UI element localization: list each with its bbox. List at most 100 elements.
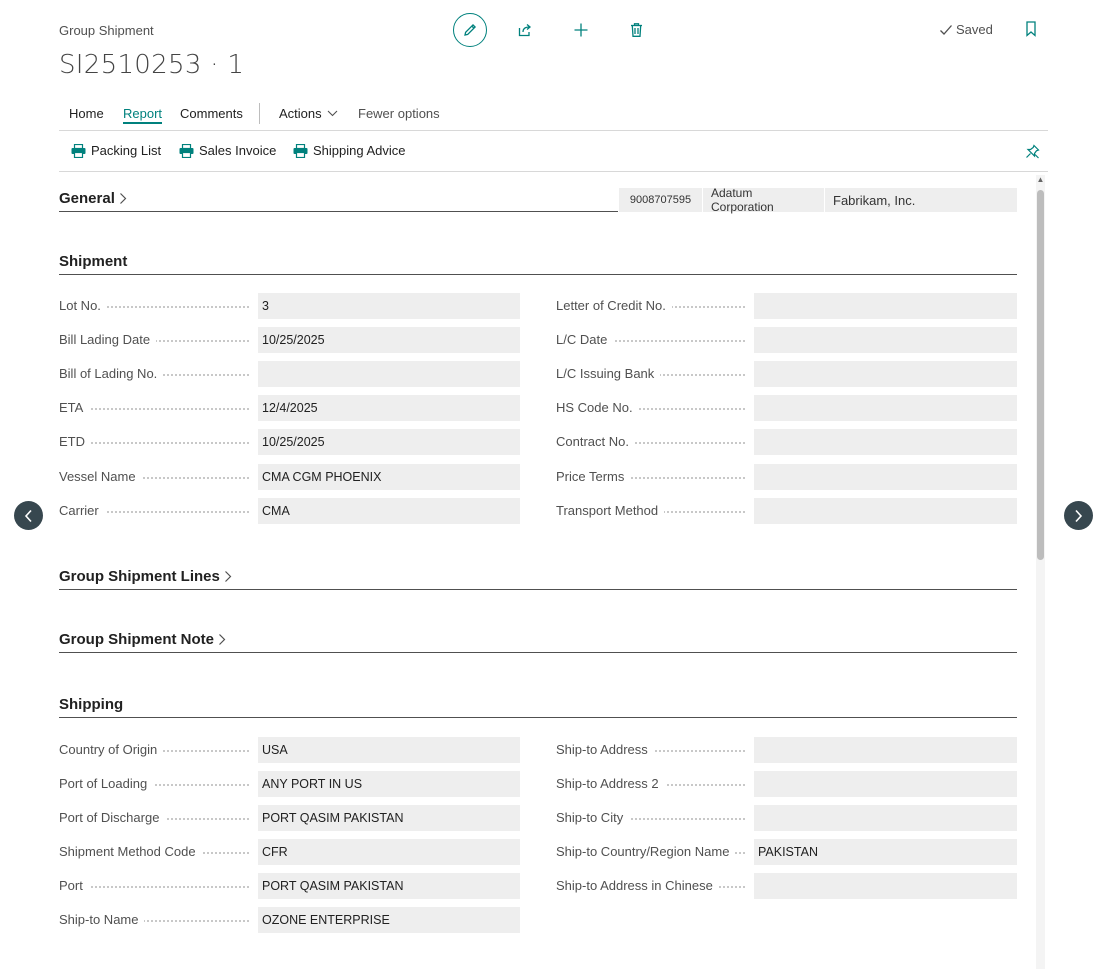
- chevron-right-icon: [119, 193, 127, 204]
- price-terms-label: Price Terms: [556, 468, 631, 484]
- field-port-of-discharge: Port of Discharge PORT QASIM PAKISTAN: [59, 805, 520, 831]
- pin-icon: [1026, 144, 1040, 159]
- previous-record-button[interactable]: [14, 501, 43, 530]
- saved-status: Saved: [939, 22, 993, 37]
- chevron-right-icon: [219, 634, 226, 645]
- country-of-origin-input[interactable]: USA: [258, 737, 520, 763]
- vessel-name-input[interactable]: CMA CGM PHOENIX: [258, 463, 520, 490]
- fewer-options-link[interactable]: Fewer options: [358, 106, 440, 121]
- delete-button[interactable]: [619, 13, 653, 47]
- field-transport-method: Transport Method: [556, 497, 1017, 524]
- ship-to-country-region-name-input[interactable]: PAKISTAN: [754, 839, 1017, 865]
- ship-to-address-input[interactable]: [754, 737, 1017, 763]
- port-input[interactable]: PORT QASIM PAKISTAN: [258, 873, 520, 899]
- field-lot-no: Lot No. 3: [59, 293, 520, 319]
- field-ship-to-city: Ship-to City: [556, 805, 1017, 831]
- l-c-issuing-bank-input[interactable]: [754, 361, 1017, 388]
- section-general-title: General: [59, 190, 115, 207]
- lot-no-label: Lot No.: [59, 298, 107, 313]
- checkmark-icon: [940, 24, 952, 35]
- tab-comments[interactable]: Comments: [180, 106, 243, 121]
- pin-button[interactable]: [1025, 144, 1040, 164]
- printer-icon: [71, 143, 86, 158]
- summary-company: Fabrikam, Inc.: [824, 188, 1017, 212]
- sales-invoice-button[interactable]: Sales Invoice: [179, 143, 276, 158]
- section-group-shipment-lines[interactable]: Group Shipment Lines: [59, 568, 1017, 590]
- l-c-date-input[interactable]: [754, 327, 1017, 354]
- field-contract-no: Contract No.: [556, 429, 1017, 456]
- plus-icon: [574, 23, 588, 37]
- port-of-discharge-input[interactable]: PORT QASIM PAKISTAN: [258, 805, 520, 831]
- page-title: SI2510253 · 1: [59, 50, 245, 80]
- letter-of-credit-no-label: Letter of Credit No.: [556, 298, 672, 313]
- tab-home[interactable]: Home: [69, 106, 104, 121]
- ship-to-country-region-name-label: Ship-to Country/Region Name: [556, 844, 736, 859]
- vessel-name-label: Vessel Name: [59, 468, 142, 484]
- hs-code-no-label: HS Code No.: [556, 400, 639, 416]
- section-note-title: Group Shipment Note: [59, 631, 214, 648]
- section-shipment-title: Shipment: [59, 253, 128, 270]
- section-shipping: Shipping: [59, 696, 1017, 718]
- field-carrier: Carrier CMA: [59, 497, 520, 524]
- pencil-icon: [464, 23, 477, 36]
- field-ship-to-name: Ship-to Name OZONE ENTERPRISE: [59, 907, 520, 933]
- ship-to-address-in-chinese-label: Ship-to Address in Chinese: [556, 878, 719, 893]
- field-hs-code-no: HS Code No.: [556, 395, 1017, 422]
- shipment-method-code-input[interactable]: CFR: [258, 839, 520, 865]
- section-shipment: Shipment: [59, 253, 1017, 275]
- port-of-loading-label: Port of Loading: [59, 776, 154, 791]
- section-group-shipment-note[interactable]: Group Shipment Note: [59, 631, 1017, 653]
- bill-of-lading-no-label: Bill of Lading No.: [59, 366, 164, 382]
- sales-invoice-label: Sales Invoice: [199, 143, 277, 158]
- field-country-of-origin: Country of Origin USA: [59, 737, 520, 763]
- ship-to-address-in-chinese-input[interactable]: [754, 873, 1017, 899]
- saved-text: Saved: [956, 22, 993, 37]
- carrier-input[interactable]: CMA: [258, 497, 520, 524]
- ship-to-name-label: Ship-to Name: [59, 912, 145, 927]
- share-icon: [518, 24, 532, 37]
- tab-actions[interactable]: Actions: [279, 106, 338, 121]
- hs-code-no-input[interactable]: [754, 395, 1017, 422]
- field-letter-of-credit-no: Letter of Credit No.: [556, 293, 1017, 319]
- tab-report[interactable]: Report: [123, 106, 163, 124]
- printer-icon: [293, 143, 308, 158]
- printer-icon: [179, 143, 194, 158]
- scrollbar-thumb[interactable]: [1037, 190, 1044, 560]
- bill-lading-date-input[interactable]: 10/25/2025: [258, 327, 520, 354]
- bill-of-lading-no-input[interactable]: [258, 361, 520, 388]
- field-shipment-method-code: Shipment Method Code CFR: [59, 839, 520, 865]
- etd-input[interactable]: 10/25/2025: [258, 429, 520, 456]
- scroll-up-arrow[interactable]: ▲: [1036, 175, 1045, 185]
- chevron-left-icon: [24, 509, 32, 522]
- next-record-button[interactable]: [1064, 501, 1093, 530]
- chevron-right-icon: [1075, 509, 1083, 522]
- ship-to-city-input[interactable]: [754, 805, 1017, 831]
- price-terms-input[interactable]: [754, 463, 1017, 490]
- shipping-advice-button[interactable]: Shipping Advice: [293, 143, 406, 158]
- contract-no-input[interactable]: [754, 429, 1017, 456]
- bookmark-button[interactable]: [1024, 20, 1038, 43]
- eta-input[interactable]: 12/4/2025: [258, 395, 520, 422]
- field-ship-to-address-in-chinese: Ship-to Address in Chinese: [556, 873, 1017, 899]
- ship-to-address-2-label: Ship-to Address 2: [556, 776, 665, 791]
- packing-list-button[interactable]: Packing List: [71, 143, 161, 158]
- country-of-origin-label: Country of Origin: [59, 742, 164, 757]
- field-price-terms: Price Terms: [556, 463, 1017, 490]
- edit-button[interactable]: [453, 13, 487, 47]
- field-ship-to-country-region-name: Ship-to Country/Region Name PAKISTAN: [556, 839, 1017, 865]
- share-button[interactable]: [508, 13, 542, 47]
- ship-to-name-input[interactable]: OZONE ENTERPRISE: [258, 907, 520, 933]
- port-of-loading-input[interactable]: ANY PORT IN US: [258, 771, 520, 797]
- new-button[interactable]: [564, 13, 598, 47]
- letter-of-credit-no-input[interactable]: [754, 293, 1017, 319]
- field-ship-to-address: Ship-to Address: [556, 737, 1017, 763]
- l-c-date-label: L/C Date: [556, 332, 614, 348]
- l-c-issuing-bank-label: L/C Issuing Bank: [556, 366, 661, 382]
- section-shipping-title: Shipping: [59, 696, 124, 713]
- packing-list-label: Packing List: [91, 143, 162, 158]
- shipment-method-code-label: Shipment Method Code: [59, 844, 202, 859]
- lot-no-input[interactable]: 3: [258, 293, 520, 319]
- report-bar: Packing List Sales Invoice Shipping Advi…: [59, 131, 1048, 172]
- ship-to-address-2-input[interactable]: [754, 771, 1017, 797]
- transport-method-input[interactable]: [754, 497, 1017, 524]
